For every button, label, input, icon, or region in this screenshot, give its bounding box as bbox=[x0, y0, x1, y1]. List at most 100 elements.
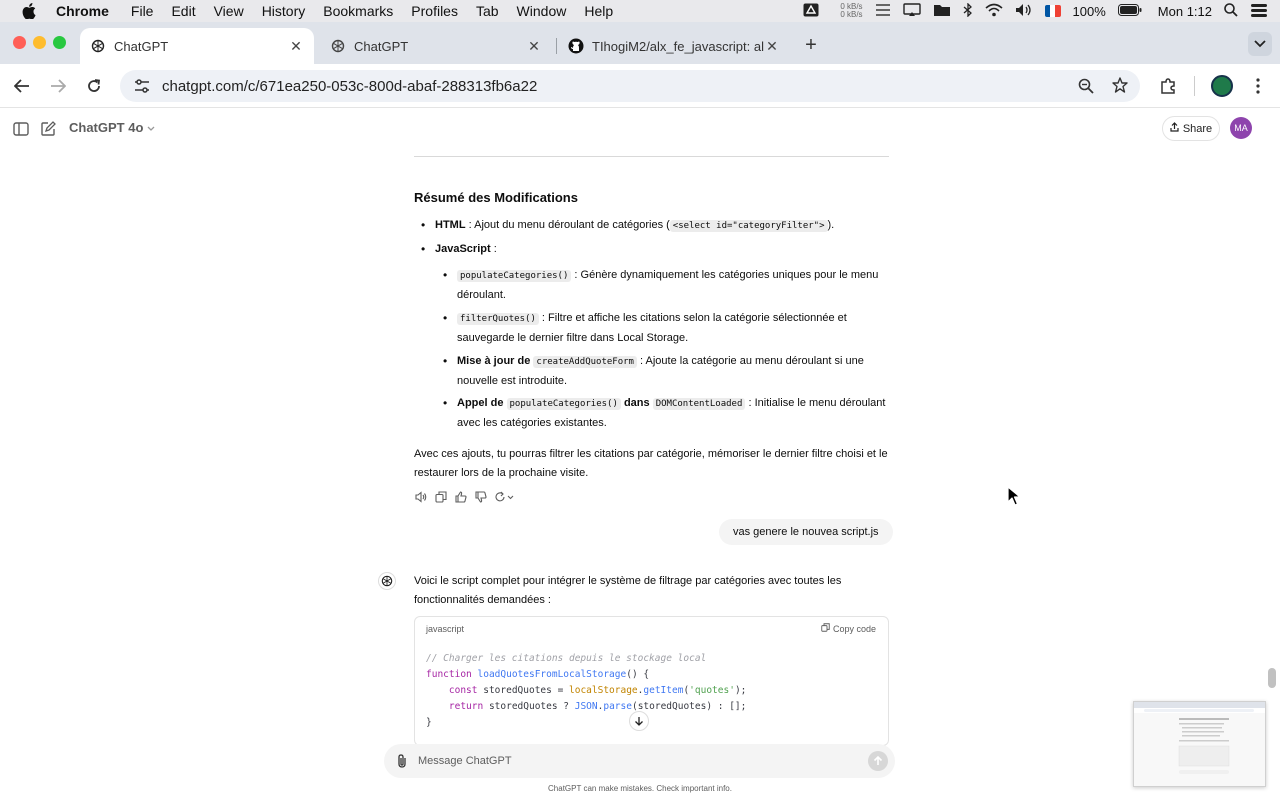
section-divider bbox=[414, 156, 889, 157]
window-zoom-button[interactable] bbox=[53, 36, 66, 49]
chevron-down-icon bbox=[147, 120, 155, 135]
message-input[interactable] bbox=[418, 751, 848, 771]
address-bar[interactable]: chatgpt.com/c/671ea250-053c-800d-abaf-28… bbox=[120, 70, 1140, 102]
zoom-icon[interactable] bbox=[1078, 78, 1094, 98]
user-avatar[interactable]: MA bbox=[1230, 117, 1252, 139]
thumbs-down-icon[interactable] bbox=[474, 490, 488, 504]
site-settings-icon[interactable] bbox=[126, 79, 158, 93]
inline-code: createAddQuoteForm bbox=[533, 356, 637, 368]
bluetooth-icon[interactable] bbox=[963, 1, 973, 20]
paperclip-attach-icon[interactable] bbox=[396, 753, 408, 774]
model-selector[interactable]: ChatGPT 4o bbox=[69, 120, 155, 135]
list-item-populate-categories: populateCategories() : Génère dynamiquem… bbox=[443, 266, 897, 305]
battery-percent[interactable]: 100% bbox=[1073, 4, 1106, 19]
bullet-label: Appel de bbox=[457, 397, 504, 409]
bookmark-star-icon[interactable] bbox=[1112, 77, 1128, 97]
mouse-cursor-icon bbox=[1007, 486, 1021, 506]
menu-history[interactable]: History bbox=[262, 3, 306, 19]
battery-icon bbox=[1117, 3, 1142, 19]
page-scrollbar[interactable] bbox=[1268, 668, 1276, 688]
chatgpt-header: ChatGPT 4o Share MA bbox=[0, 108, 1280, 150]
spotlight-search-icon[interactable] bbox=[1224, 2, 1238, 20]
paragraph-line: Avec ces ajouts, tu pourras filtrer les … bbox=[414, 448, 888, 460]
bullet-text: avec les catégories existantes. bbox=[457, 417, 607, 429]
code-token: () { bbox=[626, 669, 650, 680]
bullet-text: : Filtre et affiche les citations selon … bbox=[538, 312, 847, 324]
menu-tab[interactable]: Tab bbox=[476, 3, 499, 19]
menu-view[interactable]: View bbox=[214, 3, 244, 19]
code-keyword: return bbox=[448, 701, 484, 712]
macos-menu-bar: Chrome File Edit View History Bookmarks … bbox=[0, 0, 1280, 22]
clock[interactable]: Mon 1:12 bbox=[1158, 4, 1212, 19]
scroll-to-bottom-button[interactable] bbox=[629, 711, 649, 731]
url-text: chatgpt.com/c/671ea250-053c-800d-abaf-28… bbox=[162, 77, 538, 95]
window-minimize-button[interactable] bbox=[33, 36, 46, 49]
copy-code-button[interactable]: Copy code bbox=[821, 623, 876, 634]
code-language-label: javascript bbox=[426, 624, 465, 634]
code-comment: // Charger les citations depuis le stock… bbox=[426, 653, 707, 664]
menu-edit[interactable]: Edit bbox=[171, 3, 195, 19]
chrome-menu-icon[interactable] bbox=[1246, 74, 1270, 98]
extensions-puzzle-icon[interactable] bbox=[1156, 74, 1180, 98]
code-token: localStorage bbox=[569, 685, 638, 696]
tab-close-icon[interactable]: ✕ bbox=[526, 38, 542, 54]
code-token: storedQuotes = bbox=[477, 685, 570, 696]
browser-tab-strip: ChatGPT ✕ ChatGPT ✕ TIhogiM2/alx_fe_java… bbox=[0, 22, 1280, 64]
copy-icon[interactable] bbox=[434, 490, 448, 504]
tab-chatgpt-active[interactable]: ChatGPT ✕ bbox=[80, 28, 314, 64]
bullet-text: : Ajout du menu déroulant de catégories … bbox=[465, 219, 670, 231]
back-arrow-icon[interactable] bbox=[10, 74, 34, 98]
paragraph-line: fonctionnalités demandées : bbox=[414, 594, 551, 606]
share-button[interactable]: Share bbox=[1162, 116, 1220, 141]
profile-avatar[interactable] bbox=[1210, 74, 1234, 98]
bullet-text: : Ajoute la catégorie au menu déroulant … bbox=[636, 355, 864, 367]
tab-close-icon[interactable]: ✕ bbox=[288, 38, 304, 54]
inline-code: populateCategories() bbox=[506, 398, 621, 410]
new-chat-pencil-icon[interactable] bbox=[39, 120, 57, 138]
read-aloud-icon[interactable] bbox=[414, 490, 428, 504]
inline-code: DOMContentLoaded bbox=[652, 398, 746, 410]
share-upload-icon bbox=[1170, 122, 1179, 135]
screenshot-thumbnail[interactable] bbox=[1133, 701, 1266, 787]
app-menu-chrome[interactable]: Chrome bbox=[56, 3, 109, 19]
menu-bookmarks[interactable]: Bookmarks bbox=[323, 3, 393, 19]
sidebar-toggle-icon[interactable] bbox=[12, 120, 30, 138]
forward-arrow-icon[interactable] bbox=[46, 74, 70, 98]
window-close-button[interactable] bbox=[13, 36, 26, 49]
new-tab-button[interactable]: + bbox=[800, 34, 822, 56]
bullet-text: déroulant. bbox=[457, 289, 506, 301]
regenerate-icon[interactable] bbox=[494, 490, 516, 504]
menu-profiles[interactable]: Profiles bbox=[411, 3, 458, 19]
code-function: getItem bbox=[643, 685, 684, 696]
tab-close-icon[interactable]: ✕ bbox=[764, 38, 780, 54]
menu-window[interactable]: Window bbox=[517, 3, 567, 19]
wifi-icon[interactable] bbox=[985, 3, 1003, 20]
control-center-icon[interactable] bbox=[1250, 3, 1268, 20]
drive-icon[interactable] bbox=[803, 3, 819, 20]
bullet-text: ). bbox=[827, 219, 835, 231]
tab-search-chevron-icon[interactable] bbox=[1248, 32, 1272, 56]
send-button[interactable] bbox=[868, 751, 888, 771]
tab-github[interactable]: TIhogiM2/alx_fe_javascript: al ✕ bbox=[558, 28, 790, 64]
chatgpt-avatar-icon bbox=[378, 572, 396, 590]
code-function: parse bbox=[603, 701, 632, 712]
openai-logo-icon bbox=[90, 38, 106, 54]
bullet-text: nouvelle est introduite. bbox=[457, 375, 568, 387]
screen-mirroring-icon[interactable] bbox=[902, 2, 921, 20]
thumbs-up-icon[interactable] bbox=[454, 490, 468, 504]
folder-icon[interactable] bbox=[933, 3, 951, 20]
tab-chatgpt[interactable]: ChatGPT ✕ bbox=[320, 28, 552, 64]
reload-icon[interactable] bbox=[82, 74, 106, 98]
toolbar-divider bbox=[1194, 76, 1195, 96]
volume-icon[interactable] bbox=[1015, 3, 1033, 20]
assistant-reply-text: Voici le script complet pour intégrer le… bbox=[414, 572, 894, 610]
browser-toolbar: chatgpt.com/c/671ea250-053c-800d-abaf-28… bbox=[0, 64, 1280, 108]
apple-logo-icon[interactable] bbox=[20, 2, 38, 20]
input-source-flag-icon[interactable]: 123 bbox=[1044, 5, 1061, 17]
inline-code: filterQuotes() bbox=[457, 313, 539, 325]
tab-separator bbox=[556, 38, 557, 54]
copy-icon bbox=[821, 623, 830, 634]
lines-icon[interactable] bbox=[875, 3, 891, 20]
menu-help[interactable]: Help bbox=[584, 3, 613, 19]
menu-file[interactable]: File bbox=[131, 3, 154, 19]
